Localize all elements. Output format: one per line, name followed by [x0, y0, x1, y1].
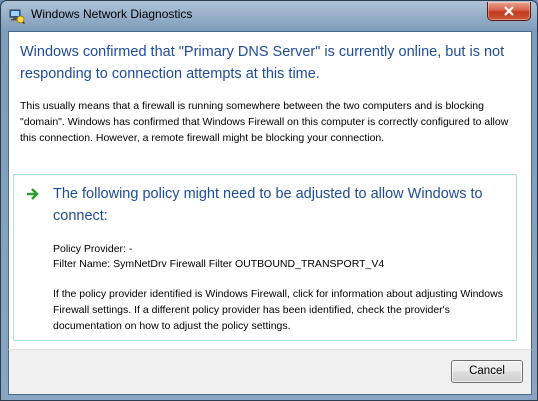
status-headline: Windows confirmed that "Primary DNS Serv… [20, 44, 505, 82]
policy-help-text: If the policy provider identified is Win… [53, 288, 503, 332]
content-panel: Windows confirmed that "Primary DNS Serv… [8, 31, 532, 350]
cancel-button[interactable]: Cancel [451, 360, 523, 383]
dialog-window: Windows Network Diagnostics Windows conf… [0, 0, 538, 401]
green-arrow-icon [26, 187, 40, 201]
title-bar[interactable]: Windows Network Diagnostics [1, 1, 537, 31]
close-button[interactable] [487, 2, 531, 21]
network-diagnostics-icon [9, 8, 26, 25]
policy-provider: Policy Provider: - [53, 243, 133, 255]
policy-headline: The following policy might need to be ad… [53, 186, 483, 224]
close-icon [504, 6, 514, 16]
button-bar: Cancel [8, 349, 532, 395]
window-title: Windows Network Diagnostics [31, 7, 193, 21]
status-description: This usually means that a firewall is ru… [20, 100, 509, 144]
filter-name: Filter Name: SymNetDrv Firewall Filter O… [53, 258, 385, 270]
policy-option[interactable]: The following policy might need to be ad… [13, 174, 517, 341]
